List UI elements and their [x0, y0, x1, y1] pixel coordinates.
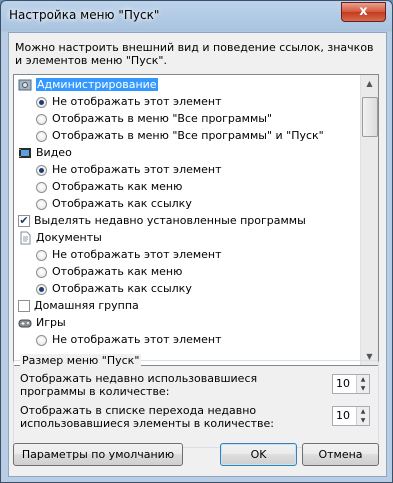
list-item-radio[interactable]: Не отображать этот элемент — [36, 93, 222, 110]
recent-programs-value[interactable]: 10 — [336, 377, 350, 390]
video-icon — [18, 146, 32, 160]
list-item-header[interactable]: Игры — [18, 314, 66, 331]
admin-tools-icon — [18, 78, 32, 92]
list-item-header[interactable]: Видео — [18, 144, 72, 161]
spin-down-icon[interactable]: ▼ — [357, 384, 369, 393]
spin-up-icon[interactable]: ▲ — [357, 375, 369, 384]
list-item-header[interactable]: Документы — [18, 229, 102, 246]
jumplist-spinner[interactable]: 10 ▲ ▼ — [332, 406, 370, 426]
list-item-radio[interactable]: Отображать как меню — [36, 263, 182, 280]
dialog-window: Настройка меню "Пуск" x Можно настроить … — [0, 0, 393, 483]
radio-button[interactable] — [36, 198, 47, 210]
radio-button[interactable] — [36, 164, 47, 176]
jumplist-label: Отображать в списке перехода недавно исп… — [20, 404, 274, 430]
list-item-label: Игры — [36, 316, 66, 329]
list-item-label: Отображать в меню "Все программы" — [52, 112, 272, 125]
list-item-label: Отображать как меню — [52, 180, 183, 193]
start-menu-size-group: Размер меню "Пуск" Отображать недавно ис… — [13, 354, 379, 448]
list-item-label: Не отображать этот элемент — [52, 333, 222, 346]
list-item-radio[interactable]: Отображать как ссылку — [36, 195, 192, 212]
checkbox[interactable]: ✔ — [18, 215, 30, 227]
radio-button[interactable] — [36, 181, 47, 193]
list-item-label: Не отображать этот элемент — [52, 95, 222, 108]
list-item-checkbox[interactable]: ✔ Выделять недавно установленные программ… — [18, 212, 306, 229]
recent-programs-spinner[interactable]: 10 ▲ ▼ — [332, 374, 370, 394]
documents-icon — [18, 231, 32, 245]
close-button[interactable]: x — [341, 2, 386, 22]
list-item-label: Отображать как ссылку — [52, 282, 192, 295]
list-item-label: Видео — [36, 146, 72, 159]
list-item-label: Выделять недавно установленные программы — [34, 214, 306, 227]
description-text: Можно настроить внешний вид и поведение … — [15, 41, 374, 67]
spin-down-icon[interactable]: ▼ — [357, 416, 369, 425]
list-item-label: Документы — [36, 231, 102, 244]
list-item-radio[interactable]: Не отображать этот элемент — [36, 161, 222, 178]
list-item-label: Отображать как меню — [52, 265, 183, 278]
radio-button[interactable] — [36, 96, 47, 108]
list-item-radio[interactable]: Отображать в меню "Все программы" — [36, 110, 272, 127]
list-item-radio[interactable]: Отображать как ссылку — [36, 280, 192, 297]
list-item-radio[interactable]: Не отображать этот элемент — [36, 331, 222, 348]
radio-button[interactable] — [36, 283, 47, 295]
dialog-client-area: Можно настроить внешний вид и поведение … — [8, 32, 387, 477]
radio-button[interactable] — [36, 266, 47, 278]
list-item-label: Отображать как ссылку — [52, 197, 192, 210]
jumplist-value[interactable]: 10 — [336, 409, 350, 422]
list-item-radio[interactable]: Отображать в меню "Все программы" и "Пус… — [36, 127, 324, 144]
options-list[interactable]: Администрирование Не отображать этот элем… — [13, 74, 379, 366]
spin-up-icon[interactable]: ▲ — [357, 407, 369, 416]
list-item-label: Домашняя группа — [34, 299, 139, 312]
radio-button[interactable] — [36, 113, 47, 125]
scroll-up-arrow-icon[interactable]: ▲ — [361, 75, 378, 92]
radio-button[interactable] — [36, 334, 47, 346]
checkbox[interactable] — [18, 300, 30, 312]
list-item-label: Не отображать этот элемент — [52, 163, 222, 176]
title-bar[interactable]: Настройка меню "Пуск" x — [1, 1, 392, 31]
radio-button[interactable] — [36, 130, 47, 142]
scroll-thumb[interactable] — [362, 97, 378, 137]
list-item-checkbox[interactable]: Домашняя группа — [18, 297, 139, 314]
list-item-label: Не отображать этот элемент — [52, 248, 222, 261]
radio-button[interactable] — [36, 249, 47, 261]
list-item-radio[interactable]: Не отображать этот элемент — [36, 246, 222, 263]
games-icon — [18, 316, 32, 330]
window-title: Настройка меню "Пуск" — [9, 8, 160, 22]
ok-button[interactable]: OK — [220, 443, 297, 466]
cancel-button[interactable]: Отмена — [302, 443, 379, 466]
vertical-scrollbar[interactable]: ▲ ▼ — [360, 75, 378, 365]
recent-programs-label: Отображать недавно использовавшиеся прог… — [20, 372, 258, 398]
defaults-button[interactable]: Параметры по умолчанию — [13, 443, 183, 466]
group-label: Размер меню "Пуск" — [20, 354, 142, 367]
list-item-header[interactable]: Администрирование — [18, 76, 158, 93]
list-item-radio[interactable]: Отображать как меню — [36, 178, 182, 195]
list-item-label: Отображать в меню "Все программы" и "Пус… — [52, 129, 324, 142]
list-item-label: Администрирование — [36, 78, 158, 91]
